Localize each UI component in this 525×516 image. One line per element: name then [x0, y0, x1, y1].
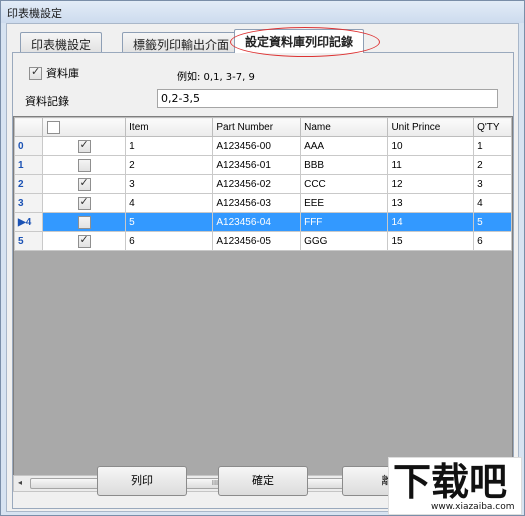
cell-name[interactable]: GGG: [300, 231, 389, 251]
cell-part-number[interactable]: A123456-03: [212, 193, 302, 213]
tab-label-print-output[interactable]: 標籤列印輸出介面: [122, 32, 241, 52]
row-index: 0: [14, 136, 43, 156]
cell-unit-price[interactable]: 11: [387, 155, 475, 175]
row-checkbox-cell[interactable]: [41, 231, 127, 251]
cell-name[interactable]: FFF: [300, 212, 389, 232]
row-index: ▶4: [14, 212, 43, 232]
row-checkbox[interactable]: [77, 215, 91, 229]
row-checkbox[interactable]: [77, 176, 91, 191]
cell-qty[interactable]: 4: [473, 193, 512, 213]
cell-unit-price[interactable]: 14: [387, 212, 475, 232]
row-checkbox-cell[interactable]: [41, 136, 127, 156]
cell-unit-price[interactable]: 15: [387, 231, 475, 251]
cell-qty[interactable]: 6: [473, 231, 512, 251]
cell-unit-price[interactable]: 12: [387, 174, 475, 194]
cell-part-number[interactable]: A123456-01: [212, 155, 302, 175]
database-checkbox-row[interactable]: 資料庫: [29, 65, 79, 81]
column-header-qty[interactable]: Q'TY: [473, 117, 512, 137]
column-header-name[interactable]: Name: [300, 117, 389, 137]
cell-item[interactable]: 4: [125, 193, 214, 213]
table-row[interactable]: 1 2 A123456-01 BBB 11 2: [14, 155, 512, 175]
cell-name[interactable]: EEE: [300, 193, 389, 213]
cell-part-number[interactable]: A123456-00: [212, 136, 302, 156]
record-input[interactable]: 0,2-3,5: [157, 89, 498, 108]
table-row[interactable]: 34A123456-03EEE134: [14, 193, 512, 213]
cell-name[interactable]: CCC: [300, 174, 389, 194]
record-label: 資料記錄: [25, 95, 69, 108]
example-hint: 例如: 0,1, 3-7, 9: [177, 72, 255, 83]
cell-part-number[interactable]: A123456-02: [212, 174, 302, 194]
cell-item[interactable]: 6: [125, 231, 214, 251]
cell-unit-price[interactable]: 13: [387, 193, 475, 213]
row-checkbox[interactable]: [77, 158, 91, 172]
data-grid: Item Part Number Name Unit Prince Q'TY 0…: [13, 116, 513, 476]
tab-database-print-records[interactable]: 設定資料庫列印記錄: [234, 29, 365, 53]
database-records-panel: 資料庫 例如: 0,1, 3-7, 9 資料記錄 0,2-3,5 Item Pa…: [12, 52, 514, 509]
cell-unit-price[interactable]: 10: [387, 136, 475, 156]
cell-name[interactable]: AAA: [300, 136, 389, 156]
column-header-item[interactable]: Item: [125, 117, 214, 137]
watermark-url: www.xiazaiba.com: [431, 502, 515, 512]
scroll-left-arrow-icon[interactable]: ◂: [18, 478, 22, 487]
row-checkbox[interactable]: [77, 138, 91, 153]
row-checkbox-cell[interactable]: [41, 174, 127, 194]
records-table: Item Part Number Name Unit Prince Q'TY 0…: [14, 117, 512, 251]
row-checkbox-cell[interactable]: [41, 155, 127, 175]
cell-qty[interactable]: 3: [473, 174, 512, 194]
tab-printer-settings[interactable]: 印表機設定: [20, 32, 103, 52]
table-header-row: Item Part Number Name Unit Prince Q'TY: [14, 117, 512, 137]
database-checkbox-label: 資料庫: [46, 67, 79, 80]
cell-part-number[interactable]: A123456-05: [212, 231, 302, 251]
database-checkbox[interactable]: [29, 65, 42, 80]
cell-qty[interactable]: 2: [473, 155, 512, 175]
ok-button[interactable]: 確定: [218, 466, 308, 496]
cell-item[interactable]: 3: [125, 174, 214, 194]
row-checkbox[interactable]: [77, 233, 91, 248]
table-row[interactable]: 56A123456-05GGG156: [14, 231, 512, 251]
row-index: 5: [14, 231, 43, 251]
dialog-content: 印表機設定 標籤列印輸出介面 設定資料庫列印記錄 資料庫 例如: 0,1, 3-…: [6, 23, 519, 512]
cell-item[interactable]: 2: [125, 155, 214, 175]
select-all-checkbox[interactable]: [46, 120, 60, 134]
row-header-corner: [14, 117, 43, 137]
row-checkbox[interactable]: [77, 195, 91, 210]
column-header-part-number[interactable]: Part Number: [212, 117, 302, 137]
cell-part-number[interactable]: A123456-04: [212, 212, 302, 232]
cell-item[interactable]: 5: [125, 212, 214, 232]
printer-settings-window: 印表機設定 印表機設定 標籤列印輸出介面 設定資料庫列印記錄 資料庫 例如: 0…: [0, 0, 525, 516]
row-index: 1: [14, 155, 43, 175]
watermark-logo-text: 下载吧: [393, 460, 508, 504]
row-checkbox-cell[interactable]: [41, 193, 127, 213]
table-row[interactable]: 23A123456-02CCC123: [14, 174, 512, 194]
cell-item[interactable]: 1: [125, 136, 214, 156]
column-header-unit-price[interactable]: Unit Prince: [387, 117, 475, 137]
select-all-header[interactable]: [41, 117, 127, 137]
row-checkbox-cell[interactable]: [41, 212, 127, 232]
tab-strip: 印表機設定 標籤列印輸出介面 設定資料庫列印記錄: [12, 27, 512, 57]
title-bar: 印表機設定: [1, 1, 524, 23]
row-index: 3: [14, 193, 43, 213]
table-row[interactable]: ▶4 5 A123456-04 FFF 14 5: [14, 212, 512, 232]
site-watermark-logo: 下载吧 www.xiazaiba.com: [388, 457, 522, 515]
print-button[interactable]: 列印: [97, 466, 187, 496]
cell-qty[interactable]: 5: [473, 212, 512, 232]
cell-qty[interactable]: 1: [473, 136, 512, 156]
cell-name[interactable]: BBB: [300, 155, 389, 175]
row-index: 2: [14, 174, 43, 194]
table-row[interactable]: 01A123456-00AAA101: [14, 136, 512, 156]
